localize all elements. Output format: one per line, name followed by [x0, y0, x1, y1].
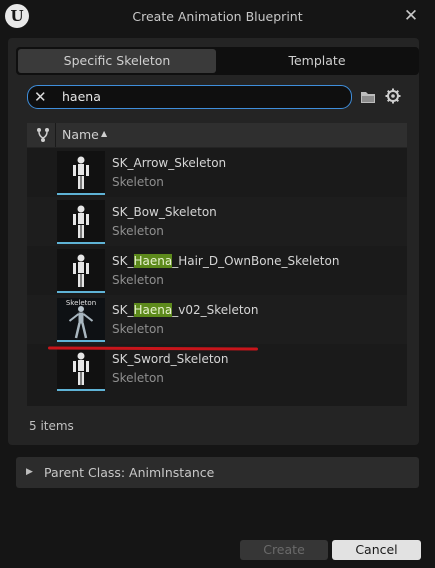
sort-ascending-icon[interactable]: ▲	[101, 129, 107, 138]
item-count: 5 items	[29, 419, 74, 433]
settings-gear-icon[interactable]	[385, 88, 401, 104]
skeleton-figure-icon	[73, 352, 89, 385]
item-type: Skeleton	[112, 371, 164, 385]
item-type: Skeleton	[112, 273, 164, 287]
skeleton-list: SK_Arrow_Skeleton Skeleton SK_Bow_Skelet…	[27, 148, 407, 406]
item-name: SK_Haena_Hair_D_OwnBone_Skeleton	[112, 254, 340, 268]
window-title: Create Animation Blueprint	[132, 9, 303, 24]
asset-type-bar	[57, 193, 105, 195]
character-preview-icon	[69, 306, 93, 339]
skeleton-figure-icon	[73, 254, 89, 287]
source-control-branch-icon[interactable]	[35, 127, 51, 143]
skeleton-thumbnail: Skeleton	[57, 298, 105, 342]
create-button[interactable]: Create	[240, 540, 328, 560]
expand-arrow-icon[interactable]: ▶	[26, 467, 33, 477]
tab-template[interactable]: Template	[217, 49, 417, 73]
item-type: Skeleton	[112, 322, 164, 336]
parent-class-section[interactable]: ▶ Parent Class: AnimInstance	[16, 457, 419, 488]
column-header-name[interactable]: Name	[62, 127, 99, 142]
item-name: SK_Sword_Skeleton	[112, 352, 229, 366]
folder-icon[interactable]	[360, 90, 376, 104]
list-item[interactable]: SK_Haena_Hair_D_OwnBone_Skeleton Skeleto…	[27, 246, 407, 295]
clear-search-icon[interactable]: ✕	[34, 87, 47, 107]
skeleton-thumbnail	[57, 151, 105, 195]
tab-specific-skeleton[interactable]: Specific Skeleton	[18, 49, 216, 73]
asset-type-bar	[57, 242, 105, 244]
item-name: SK_Arrow_Skeleton	[112, 156, 227, 170]
tab-bar: Specific Skeleton Template	[16, 47, 419, 75]
item-name: SK_Haena_v02_Skeleton	[112, 303, 259, 317]
search-value: haena	[62, 89, 101, 104]
list-item[interactable]: SK_Arrow_Skeleton Skeleton	[27, 148, 407, 197]
search-match-highlight: Haena	[133, 303, 173, 317]
asset-type-bar	[57, 291, 105, 293]
title-bar: U Create Animation Blueprint ✕	[0, 0, 435, 34]
list-header: Name ▲	[27, 123, 407, 147]
item-type: Skeleton	[112, 224, 164, 238]
search-match-highlight: Haena	[133, 254, 173, 268]
item-name: SK_Bow_Skeleton	[112, 205, 217, 219]
header-divider	[55, 123, 56, 147]
asset-type-bar	[57, 389, 105, 391]
skeleton-thumbnail	[57, 200, 105, 244]
skeleton-figure-icon	[73, 156, 89, 189]
search-input[interactable]: ✕ haena	[27, 85, 352, 109]
close-icon[interactable]: ✕	[401, 6, 421, 26]
skeleton-figure-icon	[73, 205, 89, 238]
list-item[interactable]: SK_Sword_Skeleton Skeleton	[27, 344, 407, 393]
list-item[interactable]: SK_Bow_Skeleton Skeleton	[27, 197, 407, 246]
cancel-button[interactable]: Cancel	[332, 540, 421, 560]
item-type: Skeleton	[112, 175, 164, 189]
list-item[interactable]: Skeleton SK_Haena_v02_Skeleton Skeleton	[27, 295, 407, 344]
skeleton-thumbnail	[57, 249, 105, 293]
parent-class-label: Parent Class: AnimInstance	[44, 465, 215, 480]
skeleton-thumbnail	[57, 347, 105, 391]
asset-type-bar	[57, 340, 105, 342]
